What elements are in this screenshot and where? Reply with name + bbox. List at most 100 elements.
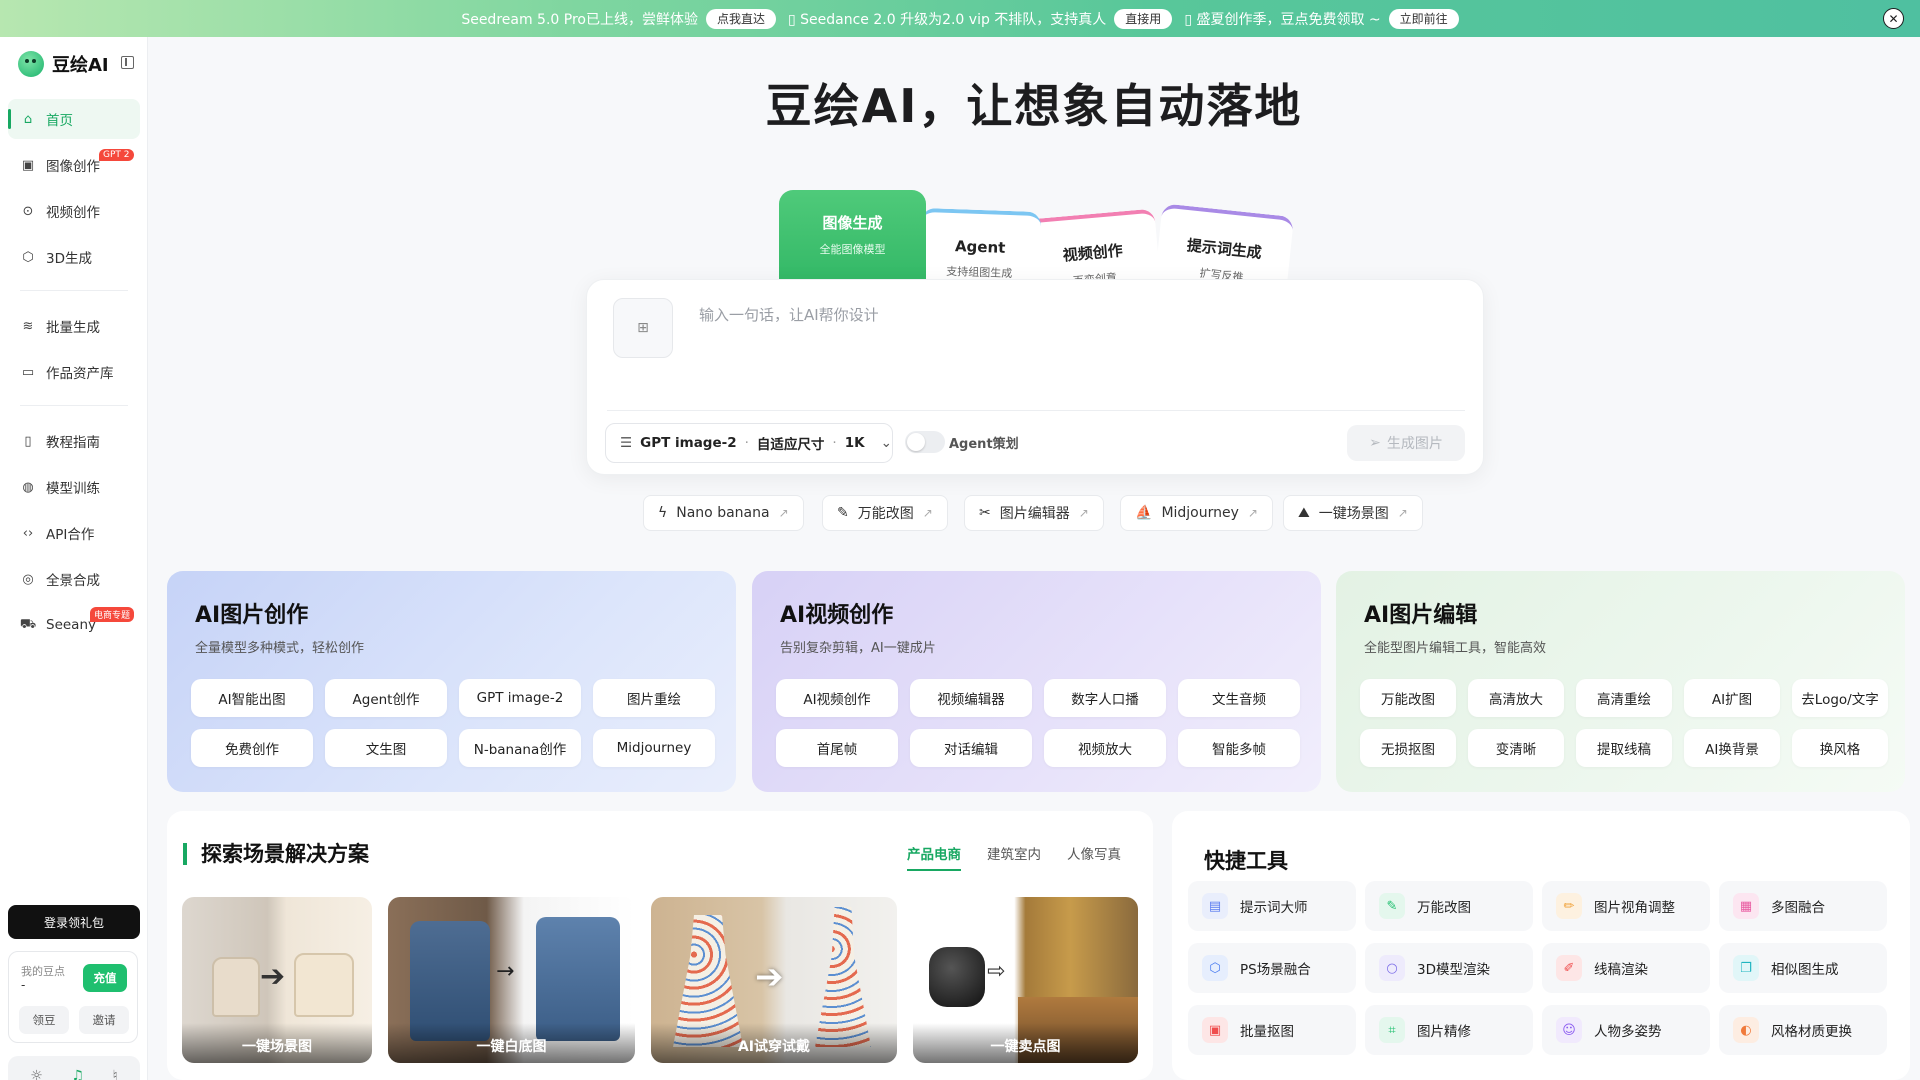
- sidebar-item-image[interactable]: ▣ 图像创作 GPT 2: [8, 145, 140, 185]
- tab-subtitle: 全能图像模型: [819, 243, 886, 256]
- sidebar-item-training[interactable]: ◍ 模型训练: [8, 467, 140, 507]
- bell-icon[interactable]: ♫: [71, 1068, 84, 1080]
- category-button[interactable]: GPT image-2: [459, 679, 581, 717]
- tool-prompt-master[interactable]: ▤ 提示词大师: [1188, 881, 1356, 931]
- tool-view-angle[interactable]: ✏ 图片视角调整: [1542, 881, 1710, 931]
- banner-button-1[interactable]: 点我直达: [705, 8, 776, 29]
- banner-button-2[interactable]: 直接用: [1114, 8, 1173, 29]
- tab-ecommerce[interactable]: 产品电商: [907, 843, 961, 871]
- sidebar-item-panorama[interactable]: ◎ 全景合成: [8, 559, 140, 599]
- banner-close-icon[interactable]: ✕: [1883, 8, 1904, 29]
- category-button[interactable]: AI扩图: [1684, 679, 1780, 717]
- category-button[interactable]: 万能改图: [1360, 679, 1456, 717]
- category-button[interactable]: 免费创作: [191, 729, 313, 767]
- agent-toggle[interactable]: [905, 431, 945, 453]
- claim-points-button[interactable]: 领豆: [19, 1006, 69, 1034]
- sidebar-item-seeany[interactable]: ⛟ Seeany 电商专题: [8, 605, 140, 645]
- category-button[interactable]: AI视频创作: [776, 679, 898, 717]
- sidebar-divider: [20, 405, 128, 406]
- scene-card-scene[interactable]: ➔ 一键场景图: [182, 897, 372, 1063]
- tool-3d-render[interactable]: ○ 3D模型渲染: [1365, 943, 1533, 993]
- headset-icon[interactable]: ♮: [113, 1068, 118, 1080]
- chip-scene-image[interactable]: ⛰ 一键场景图 ↗: [1283, 495, 1423, 531]
- scene-card-white-bg[interactable]: → 一键白底图: [388, 897, 635, 1063]
- pen-icon: ✐: [1556, 955, 1582, 981]
- tool-edit-image[interactable]: ✎ 万能改图: [1365, 881, 1533, 931]
- recharge-button[interactable]: 充值: [83, 964, 127, 992]
- quick-tools-panel: 快捷工具 ▤ 提示词大师 ✎ 万能改图 ✏ 图片视角调整 ▦ 多图融合 ⬡ PS场景融合 …: [1172, 811, 1910, 1080]
- category-button[interactable]: 高清重绘: [1576, 679, 1672, 717]
- category-button[interactable]: 变清晰: [1468, 729, 1564, 767]
- collapse-sidebar-icon[interactable]: [121, 56, 134, 69]
- generate-button[interactable]: ➢ 生成图片: [1347, 425, 1465, 461]
- logo[interactable]: 豆绘AI: [18, 51, 109, 77]
- invite-button[interactable]: 邀请: [79, 1006, 129, 1034]
- chip-edit-image[interactable]: ✎ 万能改图 ↗: [822, 495, 948, 531]
- prompt-input[interactable]: 输入一句话，让AI帮你设计: [699, 304, 879, 325]
- category-button[interactable]: Agent创作: [325, 679, 447, 717]
- category-ai-image: AI图片创作 全量模型多种模式，轻松创作 AI智能出图 Agent创作 GPT …: [167, 571, 736, 792]
- sidebar-item-label: Seeany: [46, 617, 96, 633]
- category-button[interactable]: 文生音频: [1178, 679, 1300, 717]
- category-button[interactable]: AI智能出图: [191, 679, 313, 717]
- category-button[interactable]: 视频放大: [1044, 729, 1166, 767]
- category-button[interactable]: 文生图: [325, 729, 447, 767]
- chip-nano-banana[interactable]: ϟ Nano banana ↗: [643, 495, 804, 531]
- category-button[interactable]: 高清放大: [1468, 679, 1564, 717]
- category-button[interactable]: 提取线稿: [1576, 729, 1672, 767]
- category-button[interactable]: 图片重绘: [593, 679, 715, 717]
- chip-midjourney[interactable]: ⛵ Midjourney ↗: [1120, 495, 1273, 531]
- category-button[interactable]: 对话编辑: [910, 729, 1032, 767]
- box-icon: ⬡: [1202, 955, 1228, 981]
- chip-image-editor[interactable]: ✂ 图片编辑器 ↗: [964, 495, 1104, 531]
- brush-icon: ✎: [1379, 893, 1405, 919]
- tool-style-material[interactable]: ◐ 风格材质更换: [1719, 1005, 1887, 1055]
- sidebar-item-home[interactable]: ⌂ 首页: [8, 99, 140, 139]
- sidebar-divider: [20, 290, 128, 291]
- sidebar-item-video[interactable]: ⊙ 视频创作: [8, 191, 140, 231]
- tool-label: 多图融合: [1771, 900, 1825, 916]
- upload-image-icon[interactable]: ⊞: [613, 298, 673, 358]
- category-button[interactable]: 首尾帧: [776, 729, 898, 767]
- arrow-icon: ↗: [1078, 506, 1089, 520]
- category-button[interactable]: 数字人口播: [1044, 679, 1166, 717]
- category-button[interactable]: 换风格: [1792, 729, 1888, 767]
- tab-architecture[interactable]: 建筑室内: [987, 843, 1041, 871]
- category-button[interactable]: 无损抠图: [1360, 729, 1456, 767]
- scene-card-try-on[interactable]: ➔ AI试穿试戴: [651, 897, 897, 1063]
- tool-batch-cutout[interactable]: ▣ 批量抠图: [1188, 1005, 1356, 1055]
- tool-multi-pose[interactable]: ☺ 人物多姿势: [1542, 1005, 1710, 1055]
- tool-label: 图片视角调整: [1594, 900, 1675, 916]
- tab-portrait[interactable]: 人像写真: [1067, 843, 1121, 871]
- category-button[interactable]: AI换背景: [1684, 729, 1780, 767]
- tool-multi-merge[interactable]: ▦ 多图融合: [1719, 881, 1887, 931]
- model-selector[interactable]: ☰ GPT image-2 · 自适应尺寸 · 1K ⌄: [605, 423, 893, 463]
- sidebar-item-3d[interactable]: ⬡ 3D生成: [8, 237, 140, 277]
- tool-similar-image[interactable]: ❐ 相似图生成: [1719, 943, 1887, 993]
- points-card: 我的豆点 - 充值 领豆 邀请: [8, 951, 138, 1043]
- sidebar-item-api[interactable]: ‹› API合作: [8, 513, 140, 553]
- category-button[interactable]: 智能多帧: [1178, 729, 1300, 767]
- sidebar-item-label: 全景合成: [46, 573, 100, 589]
- resolution-value: 1K: [844, 435, 865, 451]
- tool-ps-scene[interactable]: ⬡ PS场景融合: [1188, 943, 1356, 993]
- category-button[interactable]: Midjourney: [593, 729, 715, 767]
- tool-lineart-render[interactable]: ✐ 线稿渲染: [1542, 943, 1710, 993]
- image-icon: ▣: [21, 157, 35, 173]
- category-button[interactable]: 去Logo/文字: [1792, 679, 1888, 717]
- arrow-icon: ➔: [755, 957, 784, 997]
- tool-retouch[interactable]: ⌗ 图片精修: [1365, 1005, 1533, 1055]
- points-label: 我的豆点: [21, 965, 65, 978]
- scene-card-selling-point[interactable]: ⇨ 一键卖点图: [913, 897, 1138, 1063]
- category-button[interactable]: 视频编辑器: [910, 679, 1032, 717]
- sidebar-item-assets[interactable]: ▭ 作品资产库: [8, 352, 140, 392]
- login-gift-button[interactable]: 登录领礼包: [8, 905, 140, 939]
- theme-sun-icon[interactable]: ☼: [30, 1068, 43, 1080]
- points-value: -: [21, 978, 26, 992]
- category-button[interactable]: N-banana创作: [459, 729, 581, 767]
- banner-button-3[interactable]: 立即前往: [1388, 8, 1459, 29]
- sidebar-item-label: 视频创作: [46, 205, 100, 221]
- sidebar-item-tutorial[interactable]: ▯ 教程指南: [8, 421, 140, 461]
- sidebar-item-batch[interactable]: ≋ 批量生成: [8, 306, 140, 346]
- tool-label: 线稿渲染: [1594, 962, 1648, 978]
